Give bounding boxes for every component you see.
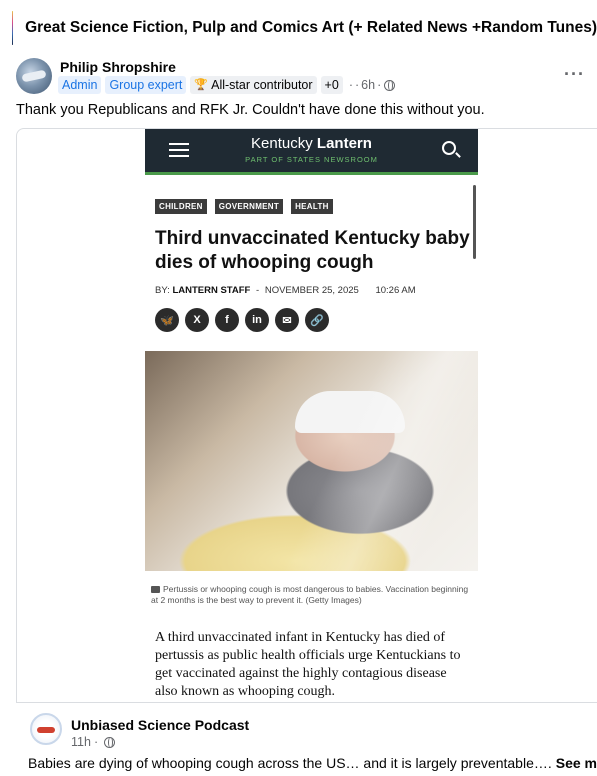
- byline-prefix: BY:: [155, 285, 170, 296]
- link-icon: 🔗: [305, 308, 329, 332]
- caption-text: Pertussis or whooping cough is most dang…: [151, 584, 469, 605]
- shared-source-name[interactable]: Unbiased Science Podcast: [71, 717, 249, 733]
- post-text: Thank you Republicans and RFK Jr. Couldn…: [16, 102, 485, 118]
- post-header: Philip Shropshire Admin Group expert 🏆 A…: [0, 56, 597, 98]
- admin-badge[interactable]: Admin: [58, 76, 102, 94]
- more-options-button[interactable]: ···: [564, 64, 585, 85]
- search-icon: [442, 141, 456, 155]
- meta-separator-2: ·: [354, 78, 360, 92]
- article-headline: Third unvaccinated Kentucky baby dies of…: [155, 228, 470, 273]
- tag-government: GOVERNMENT: [214, 199, 284, 214]
- x-icon: X: [185, 308, 209, 332]
- tag-health: HEALTH: [291, 199, 333, 214]
- shared-post-header: Unbiased Science Podcast 11h ·: [0, 703, 597, 751]
- tag-children: CHILDREN: [155, 199, 207, 214]
- photo-caption: Pertussis or whooping cough is most dang…: [151, 584, 476, 606]
- shared-text-body: Babies are dying of whooping cough acros…: [28, 755, 552, 771]
- bluesky-icon: 🦋: [155, 308, 179, 332]
- globe-icon: [384, 79, 396, 91]
- all-star-label: All-star contributor: [211, 78, 313, 92]
- see-more-link[interactable]: See more: [556, 755, 597, 771]
- group-expert-badge[interactable]: Group expert: [105, 76, 187, 94]
- globe-icon: [104, 736, 116, 748]
- all-star-contributor-badge[interactable]: 🏆 All-star contributor: [190, 76, 317, 94]
- article-time: 10:26 AM: [375, 285, 416, 296]
- facebook-icon: f: [215, 308, 239, 332]
- group-thumbnail[interactable]: [12, 11, 14, 45]
- author-name[interactable]: Philip Shropshire: [60, 59, 176, 75]
- article-navbar: Kentucky Lantern PART OF STATES NEWSROOM: [145, 129, 478, 175]
- author-avatar[interactable]: [16, 58, 52, 94]
- camera-icon: [151, 586, 160, 593]
- post-time[interactable]: 6h: [361, 78, 375, 92]
- shared-time[interactable]: 11h: [71, 735, 91, 749]
- linkedin-icon: in: [245, 308, 269, 332]
- plus-badge[interactable]: +0: [320, 76, 343, 94]
- baby-photo: [145, 351, 478, 571]
- shared-source-avatar[interactable]: [30, 713, 62, 745]
- article-scrollbar: [473, 185, 476, 259]
- article-byline: BY: LANTERN STAFF - NOVEMBER 25, 2025 10…: [155, 285, 416, 296]
- meta-separator-3: ·: [377, 78, 382, 92]
- article-screenshot: Kentucky Lantern PART OF STATES NEWSROOM…: [145, 129, 478, 702]
- site-name-bold: Lantern: [316, 135, 372, 152]
- group-header: Great Science Fiction, Pulp and Comics A…: [0, 0, 597, 56]
- post-image[interactable]: Kentucky Lantern PART OF STATES NEWSROOM…: [16, 128, 597, 703]
- byline-author: LANTERN STAFF: [172, 285, 251, 296]
- meta-separator: ·: [348, 78, 353, 92]
- author-badges: Admin Group expert 🏆 All-star contributo…: [58, 76, 396, 94]
- site-subtitle: PART OF STATES NEWSROOM: [245, 155, 378, 164]
- byline-dash: -: [256, 285, 260, 296]
- article-tags: CHILDREN GOVERNMENT HEALTH: [155, 199, 341, 214]
- site-logo: Kentucky Lantern: [145, 135, 478, 152]
- site-name-light: Kentucky: [251, 135, 313, 152]
- shared-post-text: Babies are dying of whooping cough acros…: [28, 755, 597, 771]
- share-icons: 🦋 X f in ✉ 🔗: [155, 308, 335, 332]
- article-date: NOVEMBER 25, 2025: [264, 285, 359, 296]
- shared-meta: 11h ·: [71, 735, 116, 749]
- trophy-icon: 🏆: [194, 79, 209, 91]
- shared-separator: ·: [93, 735, 99, 749]
- article-body: A third unvaccinated infant in Kentucky …: [155, 630, 461, 699]
- group-name[interactable]: Great Science Fiction, Pulp and Comics A…: [25, 19, 597, 37]
- email-icon: ✉: [275, 308, 299, 332]
